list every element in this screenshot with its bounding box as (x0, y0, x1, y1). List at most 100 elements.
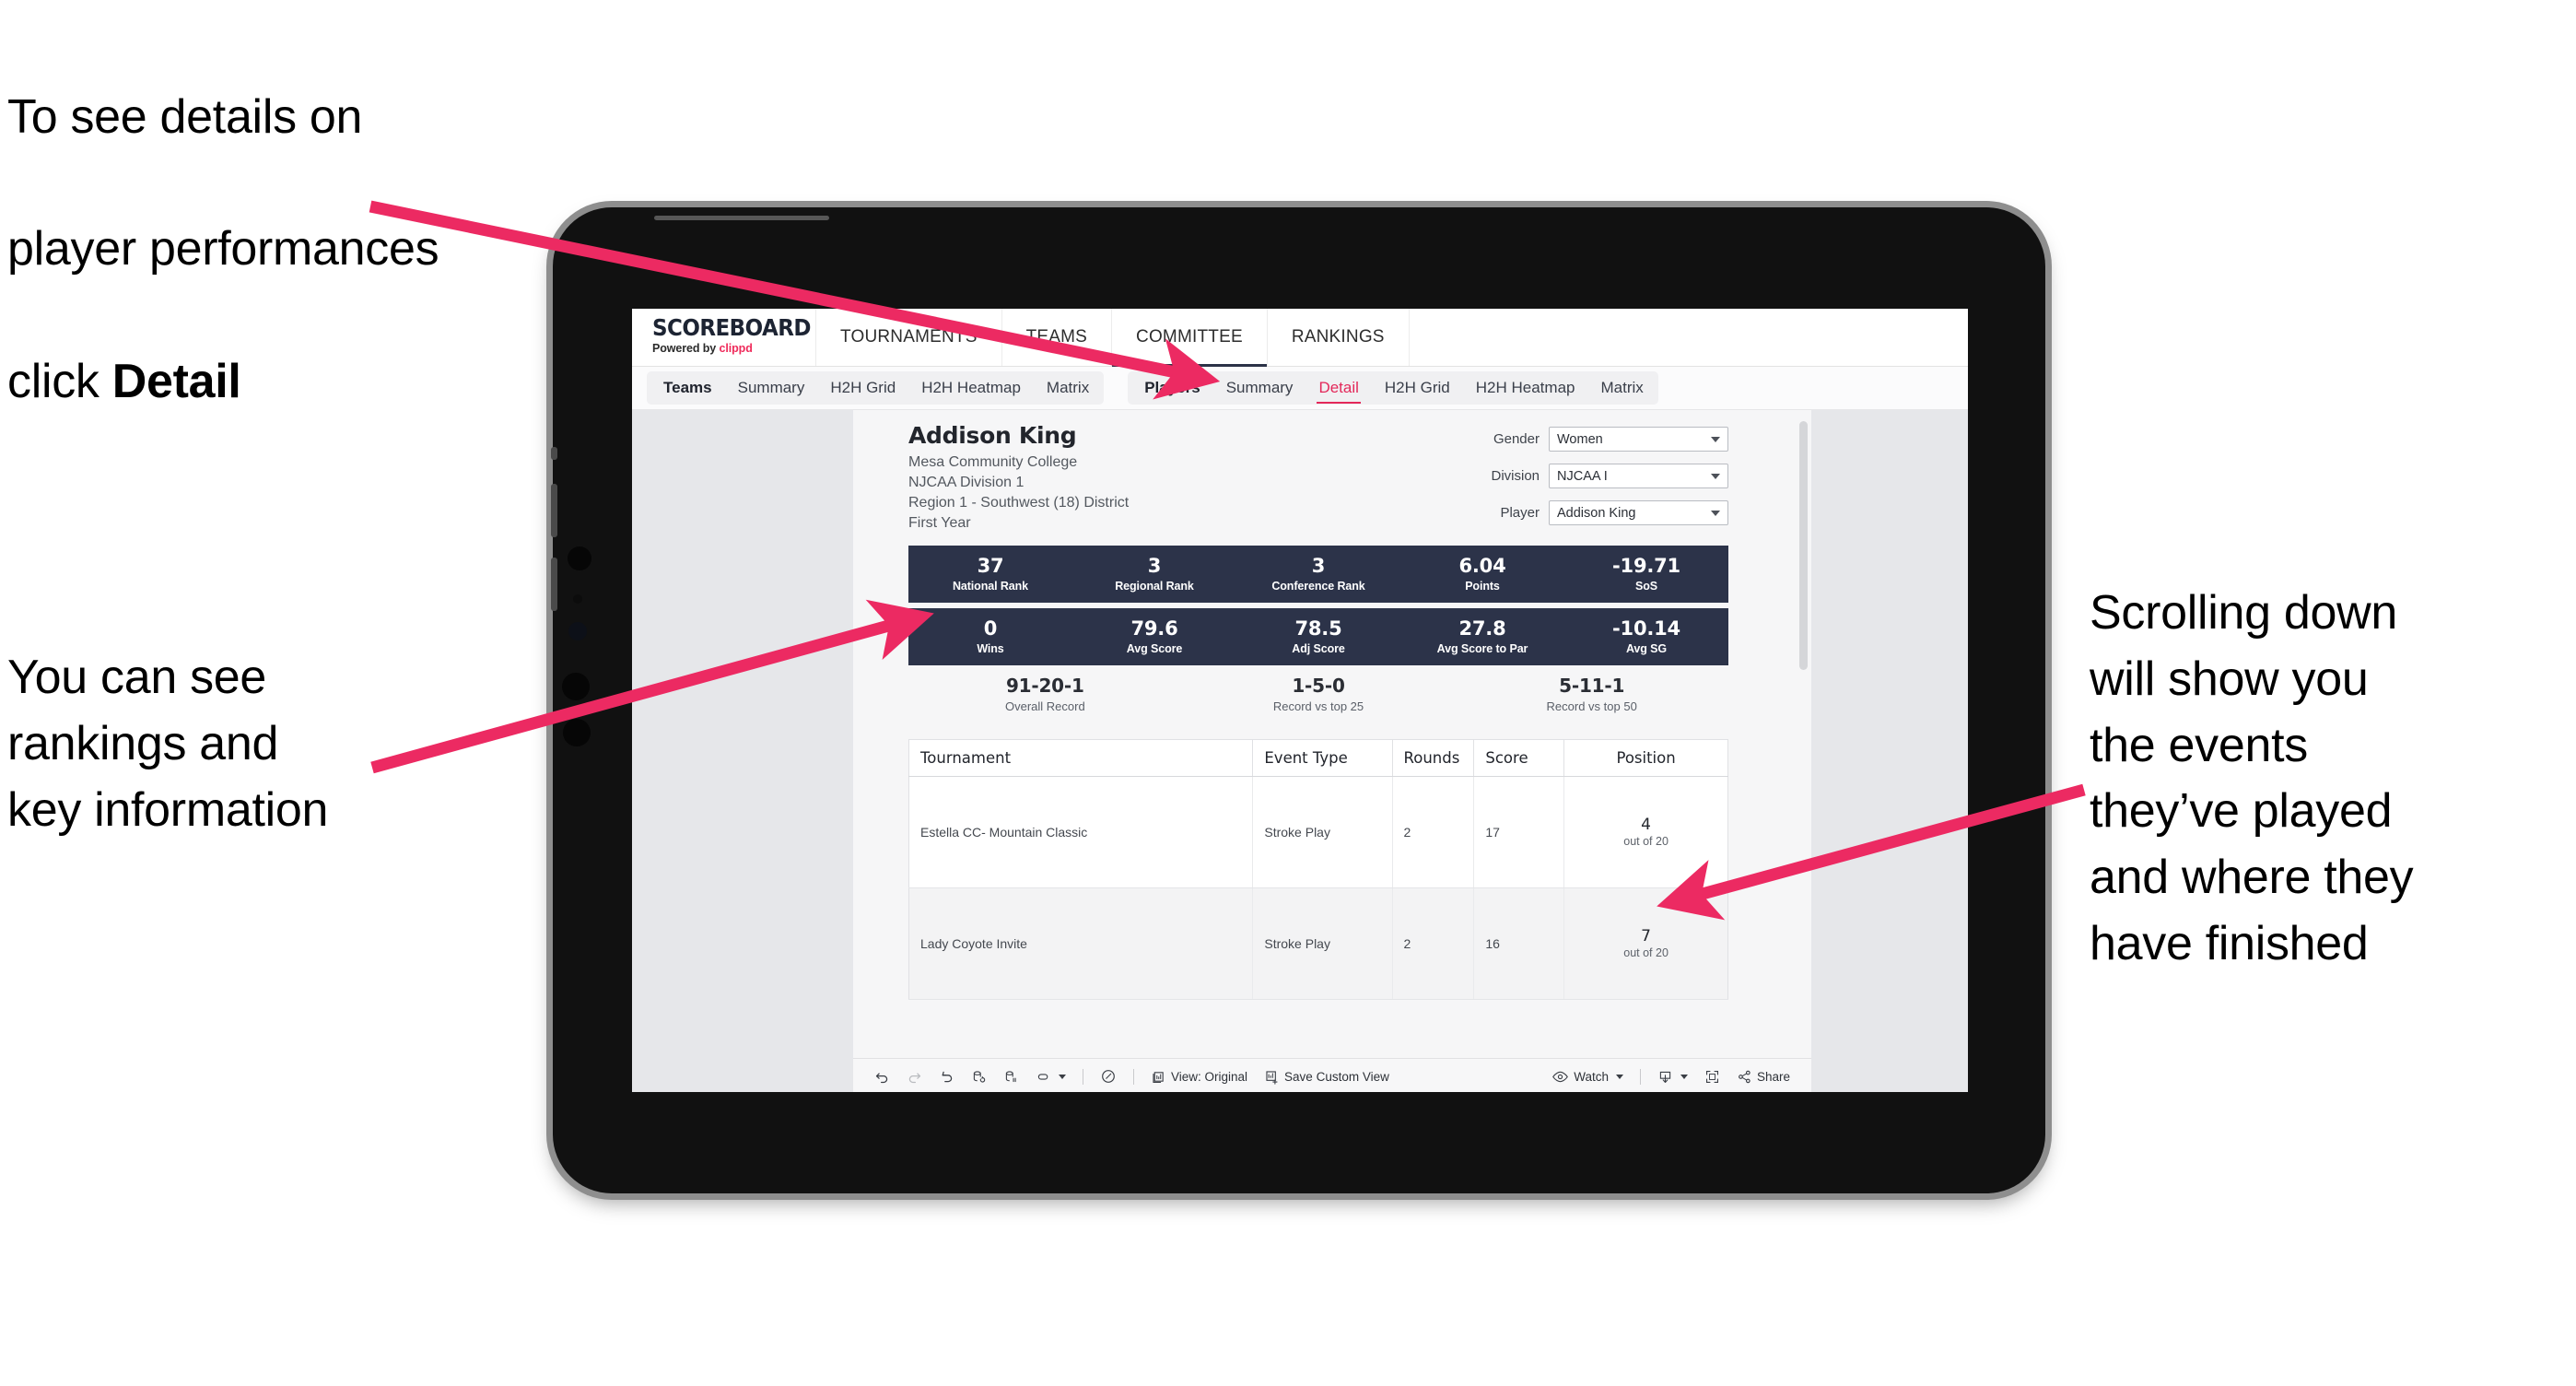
annotation-right: Scrolling down will show you the events … (2090, 586, 2414, 970)
share-icon (1737, 1069, 1752, 1085)
pause-updates-button[interactable] (995, 1063, 1027, 1089)
dashboard-vertical-scrollbar[interactable] (1799, 421, 1808, 670)
stat-value-national-rank: 37 (977, 554, 1004, 577)
more-icon (1036, 1069, 1051, 1085)
topnav-item-committee[interactable]: COMMITTEE (1112, 309, 1268, 367)
stat-value-adj-score: 78.5 (1294, 617, 1342, 640)
tab-teams-summary[interactable]: Summary (725, 371, 818, 405)
player-division: NJCAA Division 1 (908, 474, 1025, 490)
chevron-down-icon (1711, 510, 1720, 516)
tab-players-h2h-grid[interactable]: H2H Grid (1372, 371, 1463, 405)
position-number: 4 (1641, 815, 1651, 834)
fullscreen-button[interactable] (1696, 1063, 1728, 1089)
view-original-button[interactable]: View: Original (1142, 1063, 1256, 1089)
scoreboard-logo[interactable]: SCOREBOARD Powered by clippd (632, 309, 816, 366)
annotation-top-left-line1: To see details on (7, 89, 363, 144)
topnav-label-teams: TEAMS (1025, 327, 1088, 346)
stat-label-national-rank: National Rank (952, 580, 1029, 593)
undo-button[interactable] (866, 1063, 898, 1089)
tab-teams-matrix[interactable]: Matrix (1034, 371, 1102, 405)
annotation-top-left-line3: click Detail (7, 349, 615, 416)
table-row[interactable]: Estella CC- Mountain Classic Stroke Play… (908, 776, 1728, 888)
tablet-sensor-lens (568, 622, 587, 640)
position-out-of: out of 20 (1623, 835, 1669, 849)
chevron-down-icon (1711, 436, 1720, 442)
stats-band-rankings: 37 National Rank 3 Regional Rank 3 Confe… (908, 546, 1728, 603)
watch-label: Watch (1574, 1069, 1609, 1084)
tab-teams-h2h-heatmap[interactable]: H2H Heatmap (908, 371, 1034, 405)
stat-avg-score: 79.6 Avg Score (1072, 617, 1236, 655)
pause-updates-icon (1003, 1069, 1019, 1085)
refresh-data-button[interactable] (963, 1063, 995, 1089)
stat-label-avg-sg: Avg SG (1625, 642, 1668, 656)
pause-auto-update-button[interactable] (1092, 1063, 1125, 1089)
watch-button[interactable]: Watch (1543, 1063, 1632, 1089)
toolbar-divider (1133, 1068, 1134, 1085)
filter-select-division[interactable]: NJCAA I (1549, 464, 1728, 488)
save-custom-view-button[interactable]: Save Custom View (1256, 1063, 1398, 1089)
dashboard-content: Addison King Mesa Community College NJCA… (908, 422, 1728, 1000)
player-school: Mesa Community College (908, 453, 1078, 470)
dashboard-scroll-region[interactable]: Addison King Mesa Community College NJCA… (853, 410, 1811, 1058)
tablet-volume-down-button[interactable] (551, 558, 557, 611)
topnav-item-rankings[interactable]: RANKINGS (1268, 309, 1410, 366)
annotation-top-left-line2: player performances (7, 222, 439, 276)
stat-label-points: Points (1465, 580, 1500, 593)
dashboard-viz-frame: Addison King Mesa Community College NJCA… (853, 410, 1811, 1092)
tab-players-matrix[interactable]: Matrix (1587, 371, 1656, 405)
tabgroup-label-teams: Teams (663, 379, 712, 396)
annotation-mid-left: You can see rankings and key information (7, 651, 329, 837)
cell-event-type: Stroke Play (1252, 776, 1393, 888)
tab-players-summary[interactable]: Summary (1213, 371, 1306, 405)
tablet-device: SCOREBOARD Powered by clippd TOURNAMENTS… (551, 207, 2045, 1193)
tablet-volume-up-button[interactable] (551, 484, 557, 537)
cell-rounds: 2 (1392, 776, 1475, 888)
clippd-brand-text: clippd (719, 342, 753, 355)
events-table-header-row: Tournament Event Type Rounds Score Posit… (908, 739, 1728, 777)
tab-teams-h2h-grid[interactable]: H2H Grid (817, 371, 908, 405)
filter-select-gender[interactable]: Women (1549, 427, 1728, 452)
share-label: Share (1756, 1069, 1790, 1084)
column-header-score[interactable]: Score (1473, 739, 1565, 777)
stat-label-avg-score-to-par: Avg Score to Par (1436, 642, 1528, 656)
stat-value-points: 6.04 (1458, 554, 1506, 577)
table-row[interactable]: Lady Coyote Invite Stroke Play 2 16 7 ou… (908, 887, 1728, 1000)
revert-button[interactable] (931, 1063, 963, 1089)
chevron-down-icon (1059, 1074, 1066, 1079)
redo-button[interactable] (898, 1063, 931, 1089)
cell-tournament: Lady Coyote Invite (908, 887, 1254, 1000)
tabgroup-players: Players Summary Detail H2H Grid H2H Heat… (1128, 371, 1658, 405)
cell-score: 17 (1473, 776, 1565, 888)
record-value-overall: 91-20-1 (1005, 675, 1084, 697)
annotation-top-left: To see details on player performances cl… (7, 18, 615, 481)
save-custom-view-label: Save Custom View (1284, 1069, 1389, 1084)
tabgroup-label-players: Players (1144, 379, 1200, 396)
tablet-side-button-mute[interactable] (551, 447, 557, 460)
tab-players-h2h-heatmap[interactable]: H2H Heatmap (1463, 371, 1588, 405)
topnav-item-teams[interactable]: TEAMS (1002, 309, 1113, 366)
share-button[interactable]: Share (1728, 1063, 1798, 1089)
record-label-top-50: Record vs top 50 (1546, 699, 1637, 713)
download-button[interactable] (1649, 1063, 1696, 1089)
filter-select-player[interactable]: Addison King (1549, 500, 1728, 525)
chevron-down-icon (1615, 1074, 1623, 1079)
tab-players-detail[interactable]: Detail (1306, 371, 1371, 405)
stat-avg-score-to-par: 27.8 Avg Score to Par (1400, 617, 1564, 656)
stat-wins: 0 Wins (908, 617, 1072, 655)
column-header-rounds[interactable]: Rounds (1392, 739, 1475, 777)
player-meta: Mesa Community College NJCAA Division 1 … (908, 452, 1129, 534)
stat-adj-score: 78.5 Adj Score (1236, 617, 1400, 655)
cell-tournament: Estella CC- Mountain Classic (908, 776, 1254, 888)
stat-value-wins: 0 (983, 617, 998, 640)
more-options-button[interactable] (1027, 1063, 1074, 1089)
annotation-click-word: click (7, 354, 112, 408)
topnav-item-tournaments[interactable]: TOURNAMENTS (816, 309, 1002, 366)
events-table: Tournament Event Type Rounds Score Posit… (908, 739, 1728, 1000)
column-header-tournament[interactable]: Tournament (908, 739, 1254, 777)
logo-powered-by: Powered by clippd (652, 342, 815, 355)
app-workspace: Addison King Mesa Community College NJCA… (632, 410, 1968, 1092)
column-header-event-type[interactable]: Event Type (1252, 739, 1393, 777)
position-number: 7 (1641, 926, 1651, 946)
stat-avg-sg: -10.14 Avg SG (1564, 617, 1728, 656)
column-header-position[interactable]: Position (1563, 739, 1728, 777)
